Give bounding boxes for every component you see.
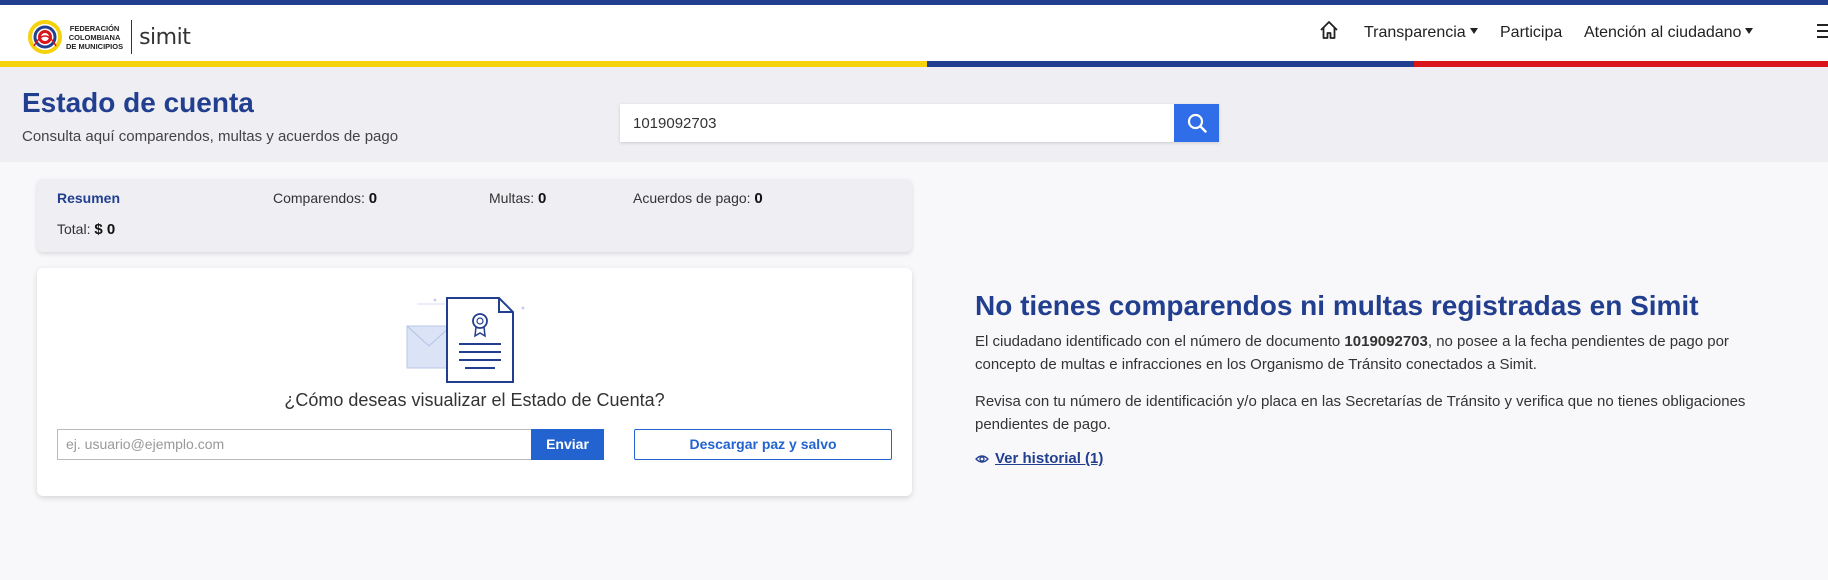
home-icon[interactable] (1318, 19, 1340, 41)
summary-acuerdos: Acuerdos de pago: 0 (633, 190, 763, 207)
summary-total: Total: $ 0 (57, 221, 116, 238)
fcm-logo-text: FEDERACIÓN COLOMBIANA DE MUNICIPIOS (66, 23, 124, 51)
summary-multas: Multas: 0 (489, 190, 547, 207)
email-field[interactable]: ej. usuario@ejemplo.com (57, 429, 533, 460)
summary-resumen: Resumen (57, 190, 121, 206)
search-input[interactable] (620, 104, 1173, 142)
chevron-down-icon (1469, 27, 1478, 34)
nav-participa[interactable]: Participa (1500, 24, 1562, 42)
history-link[interactable]: Ver historial (1) (975, 450, 1775, 467)
result-title: No tienes comparendos ni multas registra… (975, 290, 1699, 321)
result-paragraph-1: El ciudadano identificado con el número … (975, 333, 1729, 373)
logo[interactable]: FEDERACIÓN COLOMBIANA DE MUNICIPIOS simi… (28, 15, 191, 59)
search-bar (620, 104, 1219, 142)
page-title: Estado de cuenta (22, 87, 254, 118)
site-header: FEDERACIÓN COLOMBIANA DE MUNICIPIOS simi… (0, 5, 1828, 61)
summary-comparendos: Comparendos: 0 (273, 190, 378, 207)
search-button[interactable] (1174, 104, 1219, 142)
page-subtitle: Consulta aquí comparendos, multas y acue… (22, 128, 399, 145)
result-info: No tienes comparendos ni multas registra… (975, 290, 1775, 467)
search-icon (1187, 113, 1207, 133)
fcm-logo-icon (28, 20, 62, 54)
download-paz-y-salvo-button[interactable]: Descargar paz y salvo (634, 429, 892, 460)
nav-atencion[interactable]: Atención al ciudadano (1584, 24, 1754, 42)
menu-icon[interactable] (1817, 24, 1828, 42)
eye-icon (975, 454, 989, 463)
chevron-down-icon (1745, 27, 1754, 34)
document-certificate-illustration (405, 286, 545, 384)
delivery-question: ¿Cómo deseas visualizar el Estado de Cue… (284, 390, 665, 410)
simit-logo: simit (139, 24, 191, 50)
hero-section: Estado de cuenta Consulta aquí comparend… (0, 67, 1828, 162)
delivery-card: ¿Cómo deseas visualizar el Estado de Cue… (37, 268, 912, 496)
result-paragraph-2: Revisa con tu número de identificación y… (975, 393, 1746, 433)
send-button[interactable]: Enviar (531, 429, 604, 460)
nav-transparencia[interactable]: Transparencia (1364, 24, 1478, 42)
summary-panel: Resumen Comparendos: 0 Multas: 0 Acuerdo… (37, 179, 912, 252)
logo-divider (131, 20, 133, 54)
